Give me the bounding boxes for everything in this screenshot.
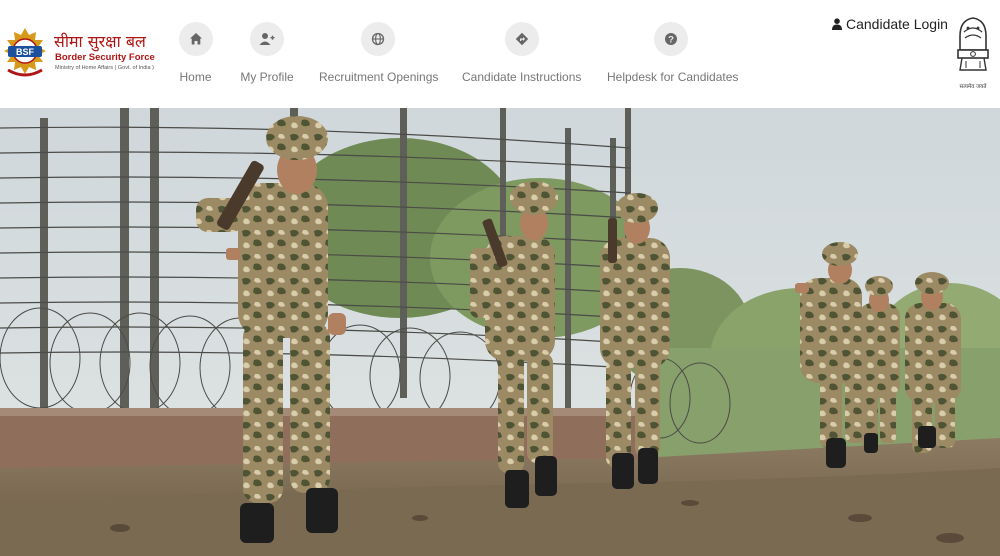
site-header: BSF सीमा सुरक्षा बल Border Security Forc… <box>0 0 1000 108</box>
nav-label-helpdesk: Helpdesk for Candidates <box>607 70 739 84</box>
nav-label-my-profile: My Profile <box>240 70 294 84</box>
hero-banner-image <box>0 108 1000 556</box>
bsf-logo[interactable]: BSF सीमा सुरक्षा बल Border Security Forc… <box>2 24 155 84</box>
nav-item-helpdesk[interactable]: ? Helpdesk for Candidates <box>607 22 739 84</box>
user-plus-icon <box>250 22 284 56</box>
brand-english-name: Border Security Force <box>55 52 155 63</box>
directions-icon <box>504 22 539 56</box>
bsf-emblem-icon: BSF <box>4 28 46 77</box>
globe-icon <box>361 22 395 56</box>
nav-label-candidate-instructions: Candidate Instructions <box>462 70 582 84</box>
nav-item-recruitment-openings[interactable]: Recruitment Openings <box>319 22 439 84</box>
nav-item-home[interactable]: Home <box>178 22 213 84</box>
user-icon <box>832 18 842 30</box>
brand-hindi-name: सीमा सुरक्षा बल <box>54 32 146 51</box>
nav-item-candidate-instructions[interactable]: Candidate Instructions <box>462 22 581 84</box>
bsf-badge-text: BSF <box>16 47 35 57</box>
ashoka-emblem-icon <box>957 17 989 71</box>
brand-ministry: Ministry of Home Affairs ( Govt. of Indi… <box>55 65 154 71</box>
candidate-login-link[interactable]: Candidate Login <box>832 16 948 32</box>
nav-item-my-profile[interactable]: My Profile <box>239 22 295 84</box>
svg-text:?: ? <box>668 35 674 46</box>
hero-banner <box>0 108 1000 556</box>
home-icon <box>178 22 213 56</box>
emblem-caption: सत्यमेव जयते <box>959 84 987 90</box>
nav-label-home: Home <box>179 70 212 84</box>
question-icon: ? <box>654 22 688 56</box>
nav-label-recruitment-openings: Recruitment Openings <box>319 70 439 84</box>
candidate-login-label: Candidate Login <box>846 16 948 32</box>
